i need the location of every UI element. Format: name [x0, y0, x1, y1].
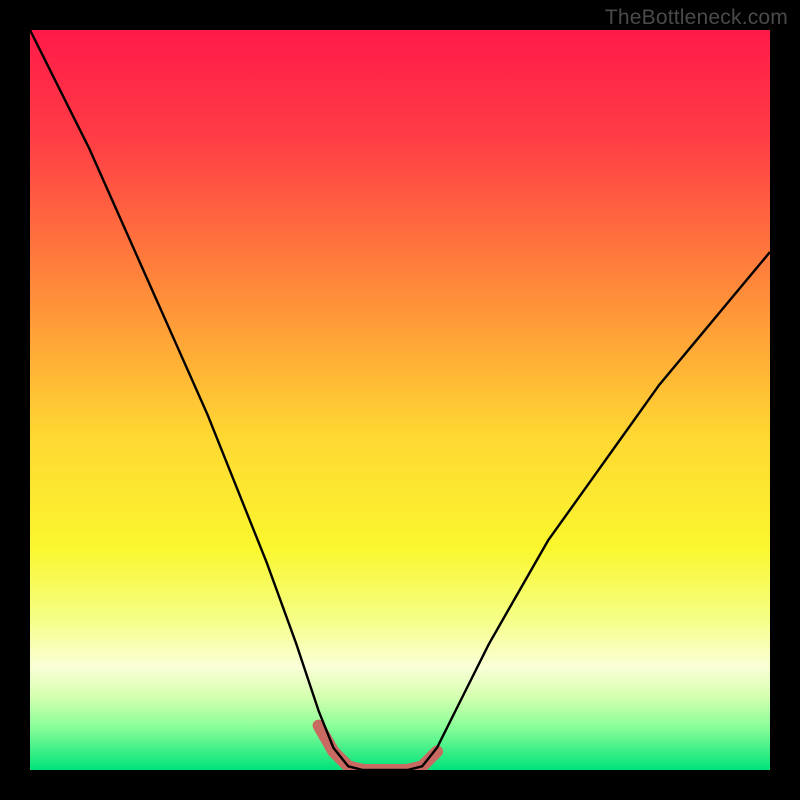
chart-plot-area — [30, 30, 770, 770]
optimal-zone-marker — [319, 726, 437, 770]
watermark-text: TheBottleneck.com — [605, 6, 788, 30]
bottleneck-curve-line — [30, 30, 770, 770]
chart-curve-layer — [30, 30, 770, 770]
